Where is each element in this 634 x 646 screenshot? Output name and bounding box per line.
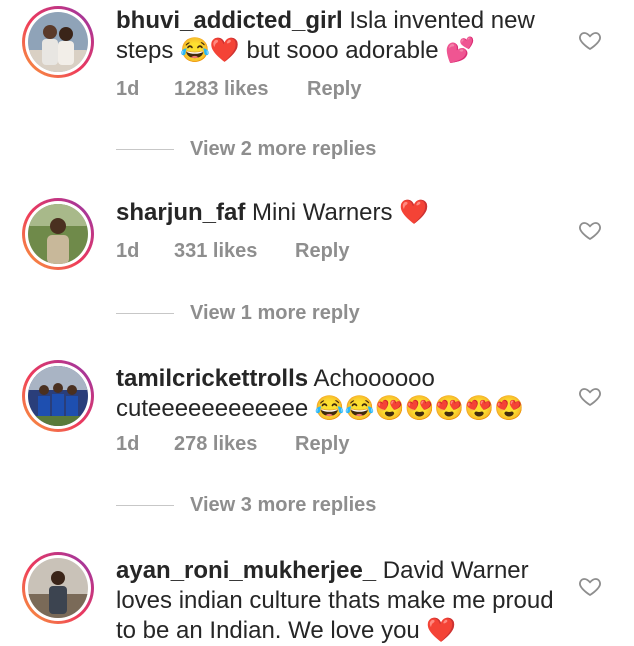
comment-text: bhuvi_addicted_girl Isla invented new st… (116, 6, 566, 66)
view-replies-label[interactable]: View 3 more replies (190, 494, 376, 517)
comment-text: tamilcrickettrolls Achoooooo cuteeeeeeee… (116, 364, 566, 424)
avatar[interactable] (22, 198, 94, 270)
avatar[interactable] (22, 360, 94, 432)
comment-username[interactable]: sharjun_faf (116, 199, 245, 226)
comment-username[interactable]: tamilcrickettrolls (116, 365, 308, 392)
divider-line (116, 313, 174, 314)
reply-button[interactable]: Reply (295, 433, 349, 456)
view-replies[interactable]: View 1 more reply (116, 302, 360, 325)
comment-likes[interactable]: 331 likes (174, 240, 295, 263)
comment-time: 1d (116, 433, 140, 455)
comment-time: 1d (116, 78, 140, 100)
reply-button[interactable]: Reply (307, 78, 361, 101)
view-replies-label[interactable]: View 2 more replies (190, 138, 376, 161)
comment-username[interactable]: bhuvi_addicted_girl (116, 7, 343, 34)
heart-outline-icon[interactable] (578, 384, 602, 408)
comment-time: 1d (116, 240, 140, 262)
comment-likes[interactable]: 278 likes (174, 433, 295, 456)
heart-outline-icon[interactable] (578, 574, 602, 598)
comment-likes[interactable]: 1283 likes (174, 78, 307, 101)
divider-line (116, 149, 174, 150)
comment-text: sharjun_faf Mini Warners ❤️ (116, 198, 566, 228)
comment-body: Mini Warners ❤️ (245, 199, 430, 226)
reply-button[interactable]: Reply (295, 240, 349, 263)
avatar[interactable] (22, 6, 94, 78)
comment-meta: 1d 1283 likes Reply (116, 78, 361, 101)
heart-outline-icon[interactable] (578, 218, 602, 242)
divider-line (116, 505, 174, 506)
avatar[interactable] (22, 552, 94, 624)
comment-meta: 1d 278 likes Reply (116, 433, 349, 456)
comment-meta: 1d 331 likes Reply (116, 240, 349, 263)
view-replies-label[interactable]: View 1 more reply (190, 302, 360, 325)
comment-text: ayan_roni_mukherjee_ David Warner loves … (116, 556, 566, 646)
comment-username[interactable]: ayan_roni_mukherjee_ (116, 557, 376, 584)
view-replies[interactable]: View 2 more replies (116, 138, 376, 161)
view-replies[interactable]: View 3 more replies (116, 494, 376, 517)
heart-outline-icon[interactable] (578, 28, 602, 52)
